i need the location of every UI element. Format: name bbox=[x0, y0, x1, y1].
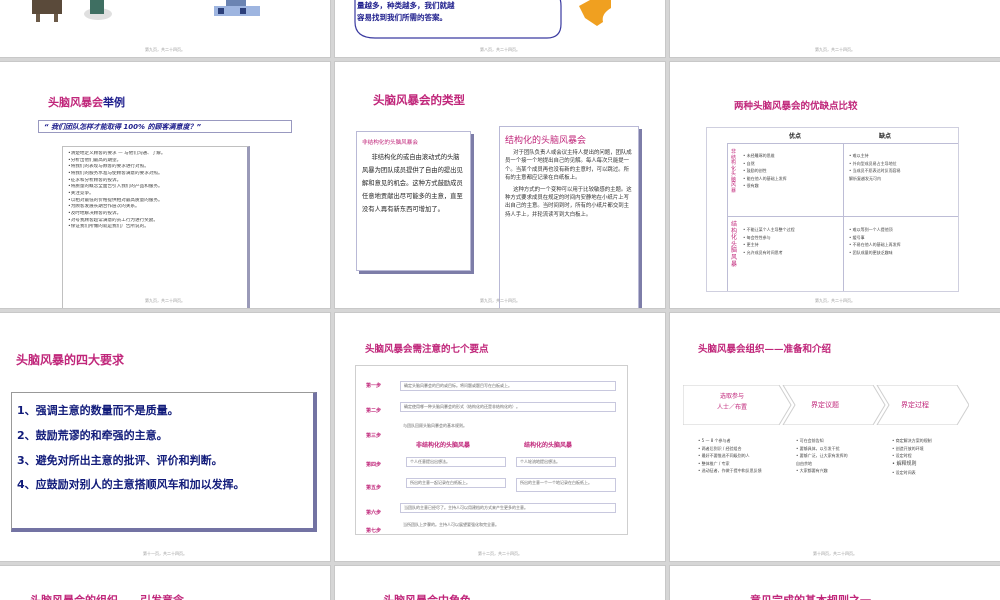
step-bar: 个人轮流地提出想法。 bbox=[516, 457, 616, 467]
step-bar: 所出的主意一个一个地记录在白板纸上。 bbox=[516, 478, 616, 492]
slide-thumbnail-10[interactable]: 头脑风暴会的组织——引发意念 bbox=[0, 565, 331, 600]
slide-thumbnail-9[interactable]: 头脑风暴会组织——准备和介绍 选取参与 人士／布置 界定议题 界定过程 • 5 … bbox=[669, 312, 1000, 562]
list-item: 2、鼓励荒谬的和牵强的主意。 bbox=[17, 428, 168, 442]
list-item: •以相对最低的价格提供相对最高质量的服务。 bbox=[68, 197, 163, 203]
table-divider bbox=[727, 143, 728, 291]
list-item: •对号我顾客超常满意的员工行为进行奖励。 bbox=[68, 217, 158, 223]
list-item: 1、强调主意的数量而不是质量。 bbox=[17, 404, 179, 417]
table-divider bbox=[843, 143, 844, 291]
list-item: •分析出他们最高的期望。 bbox=[68, 157, 122, 163]
slide-thumbnail-2[interactable]: 量越多，种类越多，我们就越 容易找到我们所需的答案。 第八页，共二十四页。 bbox=[334, 0, 666, 58]
box-body-1: 对于团队负责人或会议主持人提出的问题，团队成员一个接一个地提出自己的见解。每人每… bbox=[505, 150, 632, 182]
slide-grid: 第九页，共二十四页。 量越多，种类越多，我们就越 容易找到我们所需的答案。 第八… bbox=[0, 0, 1000, 600]
list-item: •将质量的概念全面告引入我们的产品和服务。 bbox=[68, 184, 163, 190]
box-title: 结构化的头脑风暴会 bbox=[505, 136, 587, 146]
requirements-box: 1、强调主意的数量而不是质量。 2、鼓励荒谬的和牵强的主意。 3、避免对所出主意… bbox=[11, 392, 317, 532]
column-header-pros: 优点 bbox=[789, 133, 802, 140]
step-bar: 所出的主意一起记录在白纸板上。 bbox=[406, 478, 506, 488]
cell-unstructured-pros: • 未经雕琢的思维 • 自然 • 鼓励的创性 • 能在他人的基础上发挥 • 很有… bbox=[743, 153, 787, 189]
process-arrows: 选取参与 人士／布置 界定议题 界定过程 bbox=[683, 385, 969, 425]
comparison-table: 优点 缺点 非结构化头脑风暴 结构化头脑风暴 • 未经雕琢的思维 • 自然 • … bbox=[706, 127, 959, 292]
page-number: 第十四页，共二十四页。 bbox=[813, 551, 857, 556]
step-label: 第二步 bbox=[366, 408, 382, 414]
slide-thumbnail-12[interactable]: 意见完成的基本规则之一 bbox=[669, 565, 1000, 600]
step-bar: 与团队回顾头脑风暴会的基本规则。 bbox=[403, 423, 467, 428]
step-label: 第一步 bbox=[366, 383, 382, 389]
step-label: 第四步 bbox=[366, 462, 382, 468]
page-number: 第十二页，共二十四页。 bbox=[478, 551, 522, 556]
list-item: 4、应鼓励对别人的主意搭顺风车和加以发挥。 bbox=[17, 478, 245, 492]
step-bar: 个人任意提出出想法。 bbox=[406, 457, 506, 467]
slide-title: 头脑风暴会的组织——引发意念 bbox=[30, 592, 184, 600]
arrow-label-participants: 选取参与 人士／布置 bbox=[717, 393, 748, 412]
slide-title: 头脑风暴会的类型 bbox=[373, 93, 465, 107]
slide-title: 头脑风暴会中角色 bbox=[383, 592, 471, 600]
page-number: 第九页，共二十四页。 bbox=[145, 47, 185, 52]
step-label: 第六步 bbox=[366, 510, 382, 516]
step-bar: 确定头脑风暴会的目的或目标。将问题或题目写在白板或上。 bbox=[400, 381, 616, 391]
question-quote: “ 我们团队怎样才能取得 100% 的顾客满意度？” bbox=[38, 120, 292, 133]
slide-title: 头脑风暴的四大要求 bbox=[16, 353, 125, 367]
step-label: 第五步 bbox=[366, 485, 382, 491]
step-bar: 当团队的主意已经尽了。主持人可以用建档的方式来产生更多的主意。 bbox=[400, 503, 616, 513]
step-bar: 确定使用哪一种头脑风暴会的形式（结构化的还是非结构化的）。 bbox=[400, 402, 616, 412]
participants-notes: • 5 — 8 个参与者 • 两者后到识 / 经验组合 • 最好不要惟选不同级别… bbox=[698, 438, 762, 474]
slide-thumbnail-1[interactable]: 第九页，共二十四页。 bbox=[0, 0, 331, 58]
step-label: 第七步 bbox=[366, 528, 382, 534]
bubble-text: 量越多，种类越多，我们就越 容易找到我们所需的答案。 bbox=[357, 1, 455, 22]
list-item: •保证我们所做的就是我们广告所说的。 bbox=[68, 224, 149, 230]
steps-frame: 第一步 第二步 第三步 第四步 第五步 第六步 第七步 确定头脑风暴会的目的或目… bbox=[355, 365, 628, 535]
topic-notes: • 可在会前告知 • 要够具体，以引发干扰 • 要够广泛，让大家有发挥的 自由余… bbox=[796, 438, 848, 474]
list-item: •将我们的表现与顾客的要求进行对照。 bbox=[68, 164, 149, 170]
list-item: •将我们的服务水准与使顾客满意的要求对照。 bbox=[68, 170, 163, 176]
unstructured-box: 非结构化的头脑风暴会 非结构化的或自由滚动式的头脑风暴为团队成员提供了自由的提出… bbox=[356, 131, 471, 271]
column-header-cons: 缺点 bbox=[879, 133, 892, 140]
slide-title: 意见完成的基本规则之一 bbox=[750, 592, 871, 600]
idea-list: •清楚地定义顾客的要求 — 与他们沟通、了解。 •分析出他们最高的期望。 •将我… bbox=[62, 146, 250, 308]
list-item: •及时地解决顾客的投诉。 bbox=[68, 210, 122, 216]
subheading-structured: 结构化的头脑风暴 bbox=[524, 442, 573, 449]
slide-title: 头脑风暴会举例 bbox=[48, 96, 125, 109]
slide-thumbnail-3[interactable]: 第九页，共二十四页。 bbox=[669, 0, 1000, 58]
subheading-unstructured: 非结构化的头脑风暴 bbox=[416, 442, 471, 449]
page-number: 第九页，共二十四页。 bbox=[815, 298, 855, 303]
list-item: •为顾客发展长期合作层次的关系。 bbox=[68, 204, 140, 210]
slide-thumbnail-4[interactable]: 头脑风暴会举例 “ 我们团队怎样才能取得 100% 的顾客满意度？” •清楚地定… bbox=[0, 61, 331, 309]
page-number: 第九页，共二十四页。 bbox=[815, 47, 855, 52]
process-notes: • 商定解决方案的规制 • 创造开放的环境 • 设定时程 • 解释规则 • 设定… bbox=[892, 438, 932, 476]
slide-thumbnail-5[interactable]: 头脑风暴会的类型 非结构化的头脑风暴会 非结构化的或自由滚动式的头脑风暴为团队成… bbox=[334, 61, 666, 309]
page-number: 第九页，共二十四页。 bbox=[145, 298, 185, 303]
list-item: 3、避免对所出主意的批评、评价和判断。 bbox=[17, 453, 223, 467]
slide-thumbnail-6[interactable]: 两种头脑风暴会的优缺点比较 优点 缺点 非结构化头脑风暴 结构化头脑风暴 • 未… bbox=[669, 61, 1000, 309]
list-item: •关注竞争。 bbox=[68, 190, 94, 196]
slide-title: 头脑风暴会需注意的七个要点 bbox=[365, 344, 489, 355]
cell-unstructured-cons: • 难以主持 • 外向型成员易占主导地位 • 当成员不愿表达时反而容易 解析复越… bbox=[849, 153, 901, 181]
box-title: 非结构化的头脑风暴会 bbox=[362, 140, 418, 146]
slide-thumbnail-8[interactable]: 头脑风暴会需注意的七个要点 第一步 第二步 第三步 第四步 第五步 第六步 第七… bbox=[334, 312, 666, 562]
slide-title: 两种头脑风暴会的优缺点比较 bbox=[734, 101, 858, 112]
box-body-2: 这种方式的一个变种可以用于比较敏感的主题。这种方式要求成员在规定的时间内安静地在… bbox=[505, 186, 632, 218]
row-label-structured: 结构化头脑风暴 bbox=[731, 221, 738, 268]
row-label-unstructured: 非结构化头脑风暴 bbox=[731, 149, 737, 194]
cell-structured-pros: • 不能让某个人主导整个过程 • 每会性性参与 • 更主持 • 允许成员有时间思… bbox=[743, 227, 795, 255]
box-body: 非结构化的或自由滚动式的头脑风暴为团队成员提供了自由的提出见解和意见的机会。这种… bbox=[362, 154, 463, 213]
cell-structured-cons: • 难以等到一个人提他顶 • 缓号事 • 不易在他人的基础上再发挥 • 团队成量… bbox=[849, 227, 901, 255]
list-item: •征求和分析顾客的投诉。 bbox=[68, 177, 122, 183]
structured-box: 结构化的头脑风暴会 对于团队负责人或会议主持人提出的问题，团队成员一个接一个地提… bbox=[499, 126, 639, 308]
slide-thumbnail-11[interactable]: 头脑风暴会中角色 bbox=[334, 565, 666, 600]
slide-title: 头脑风暴会组织——准备和介绍 bbox=[698, 344, 832, 355]
page-number: 第八页，共二十四页。 bbox=[480, 47, 520, 52]
list-item: •清楚地定义顾客的要求 — 与他们沟通、了解。 bbox=[68, 151, 166, 156]
page-number: 第十一页，共二十四页。 bbox=[143, 551, 187, 556]
arrow-label-define-process: 界定过程 bbox=[901, 401, 929, 409]
step-bar: 当所团队上步骤的。主持人可以展望要强化和完全意。 bbox=[403, 522, 499, 527]
slide-thumbnail-7[interactable]: 头脑风暴的四大要求 1、强调主意的数量而不是质量。 2、鼓励荒谬的和牵强的主意。… bbox=[0, 312, 331, 562]
arrow-label-define-topic: 界定议题 bbox=[811, 401, 839, 409]
page-number: 第九页，共二十四页。 bbox=[480, 298, 520, 303]
step-label: 第三步 bbox=[366, 433, 382, 439]
